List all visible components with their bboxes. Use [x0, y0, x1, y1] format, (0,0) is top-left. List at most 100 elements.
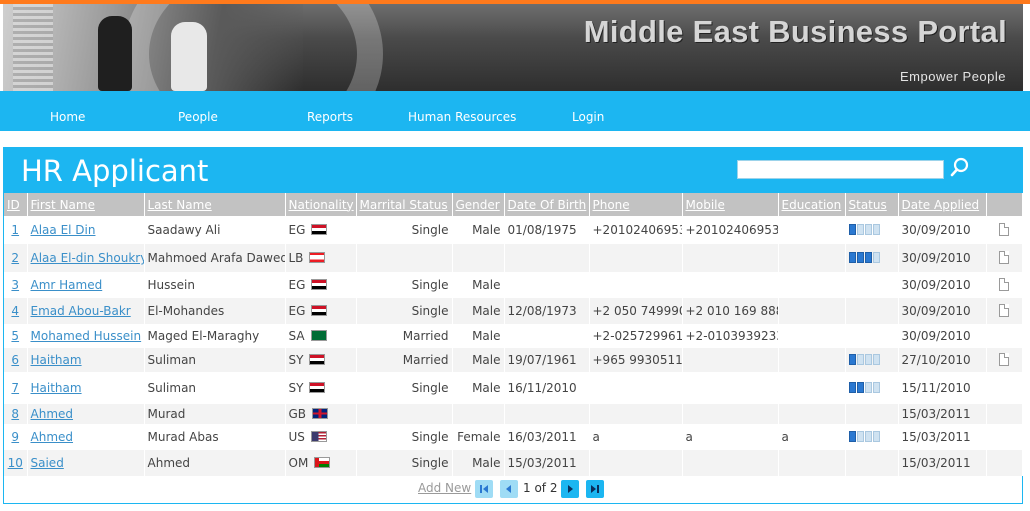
status-segment — [848, 382, 856, 393]
site-banner: Middle East Business Portal Empower Peop… — [3, 4, 1023, 91]
col-header-first-name[interactable]: First Name — [27, 193, 145, 216]
nationality-code: EG — [288, 278, 306, 292]
cell-date-applied: 30/09/2010 — [898, 272, 987, 298]
next-page-button[interactable] — [561, 480, 579, 498]
first-name-link[interactable]: Alaa El Din — [31, 223, 96, 237]
cell-nationality: LB — [285, 244, 357, 272]
cell-mobile: a — [682, 424, 779, 450]
id-link[interactable]: 10 — [8, 456, 23, 470]
cell-phone — [589, 450, 683, 476]
cell-date-applied: 15/03/2011 — [898, 404, 987, 424]
search-icon — [950, 157, 969, 177]
first-name-link[interactable]: Ahmed — [31, 407, 74, 421]
cell-mobile: +2 010 169 8883 — [682, 298, 779, 324]
cell-gender: Male — [452, 450, 505, 476]
nationality-value: US — [289, 430, 327, 444]
nationality-code: EG — [288, 223, 306, 237]
prev-page-button[interactable] — [500, 480, 518, 498]
first-name-link[interactable]: Ahmed — [31, 430, 74, 444]
flag-sy-icon — [309, 382, 326, 393]
nationality-value: OM — [289, 456, 331, 470]
cell-status — [845, 244, 899, 272]
prev-page-icon — [506, 485, 511, 493]
col-header-mobile[interactable]: Mobile — [682, 193, 779, 216]
search-input[interactable] — [737, 160, 944, 179]
cell-document — [986, 404, 1023, 424]
banner-person-light — [171, 22, 207, 91]
table-row[interactable]: 7 Haitham Suliman SY Single Male 16/11/2010 15/… — [4, 372, 1023, 404]
panel-header: HR Applicant — [4, 148, 1022, 193]
col-header-last-name[interactable]: Last Name — [144, 193, 286, 216]
col-header-nationality[interactable]: Nationality — [285, 193, 357, 216]
document-icon[interactable] — [999, 223, 1009, 236]
id-link[interactable]: 2 — [11, 251, 19, 265]
table-row[interactable]: 6 Haitham Suliman SY Married Male 19/07/1961 +9… — [4, 348, 1023, 372]
id-link[interactable]: 4 — [11, 304, 19, 318]
first-name-link[interactable]: Emad Abou-Bakr — [31, 304, 131, 318]
cell-date-of-birth — [504, 244, 590, 272]
first-name-link[interactable]: Mohamed Hussein — [31, 329, 142, 343]
cell-first-name: Mohamed Hussein — [27, 324, 145, 348]
col-header-education[interactable]: Education — [778, 193, 846, 216]
table-row[interactable]: 3 Amr Hamed Hussein EG Single Male 30/09/2010 — [4, 272, 1023, 298]
document-icon[interactable] — [999, 353, 1009, 366]
cell-date-of-birth — [504, 324, 590, 348]
cell-id: 2 — [4, 244, 28, 272]
table-row[interactable]: 1 Alaa El Din Saadawy Ali EG Single Male 01/08… — [4, 216, 1023, 244]
cell-gender — [452, 244, 505, 272]
col-header-gender[interactable]: Gender — [452, 193, 505, 216]
nav-login[interactable]: Login — [572, 110, 604, 124]
first-name-link[interactable]: Alaa El-din Shoukry — [31, 251, 144, 265]
col-header-date-applied[interactable]: Date Applied — [898, 193, 987, 216]
first-name-link[interactable]: Haitham — [31, 381, 82, 395]
document-icon[interactable] — [999, 251, 1009, 264]
table-row[interactable]: 2 Alaa El-din Shoukry Mahmoed Arafa Dawed L… — [4, 244, 1023, 272]
id-link[interactable]: 8 — [11, 407, 19, 421]
first-name-link[interactable]: Haitham — [31, 353, 82, 367]
id-link[interactable]: 1 — [11, 223, 19, 237]
col-header-marital-status[interactable]: Marrital Status — [356, 193, 453, 216]
cell-gender — [452, 404, 505, 424]
first-page-icon — [480, 485, 488, 493]
cell-nationality: EG — [285, 272, 357, 298]
cell-education — [778, 348, 846, 372]
cell-phone — [589, 404, 683, 424]
id-link[interactable]: 6 — [11, 353, 19, 367]
nav-reports[interactable]: Reports — [307, 110, 353, 124]
table-row[interactable]: 4 Emad Abou-Bakr El-Mohandes EG Single Male 12… — [4, 298, 1023, 324]
first-name-link[interactable]: Saied — [31, 456, 64, 470]
col-header-date-of-birth[interactable]: Date Of Birth — [504, 193, 590, 216]
nav-home[interactable]: Home — [50, 110, 85, 124]
id-link[interactable]: 7 — [11, 381, 19, 395]
cell-status — [845, 272, 899, 298]
first-page-button[interactable] — [475, 480, 493, 498]
table-row[interactable]: 10 Saied Ahmed OM Single Male 15/03/2011 15/03/… — [4, 450, 1023, 476]
first-name-link[interactable]: Amr Hamed — [31, 278, 103, 292]
id-link[interactable]: 5 — [11, 329, 19, 343]
col-header-id[interactable]: ID — [4, 193, 28, 216]
status-segment — [864, 252, 872, 263]
cell-id: 5 — [4, 324, 28, 348]
cell-nationality: US — [285, 424, 357, 450]
status-segment — [848, 354, 856, 365]
cell-phone — [589, 244, 683, 272]
add-new-link[interactable]: Add New — [418, 481, 471, 495]
search-button[interactable] — [948, 156, 970, 180]
cell-document — [986, 372, 1023, 404]
cell-nationality: SY — [285, 348, 357, 372]
table-row[interactable]: 9 Ahmed Murad Abas US Single Female 16/03/2011… — [4, 424, 1023, 450]
col-header-status[interactable]: Status — [845, 193, 899, 216]
nav-people[interactable]: People — [178, 110, 218, 124]
id-link[interactable]: 3 — [11, 278, 19, 292]
last-page-button[interactable] — [586, 480, 604, 498]
document-icon[interactable] — [999, 304, 1009, 317]
document-icon[interactable] — [999, 278, 1009, 291]
nav-human-resources[interactable]: Human Resources — [408, 110, 516, 124]
cell-document — [986, 324, 1023, 348]
col-header-phone[interactable]: Phone — [589, 193, 683, 216]
cell-mobile — [682, 372, 779, 404]
banner-person-dark — [98, 16, 132, 91]
table-row[interactable]: 5 Mohamed Hussein Maged El-Maraghy SA Marrie… — [4, 324, 1023, 348]
table-row[interactable]: 8 Ahmed Murad GB 15/03/2011 — [4, 404, 1023, 424]
id-link[interactable]: 9 — [11, 430, 19, 444]
